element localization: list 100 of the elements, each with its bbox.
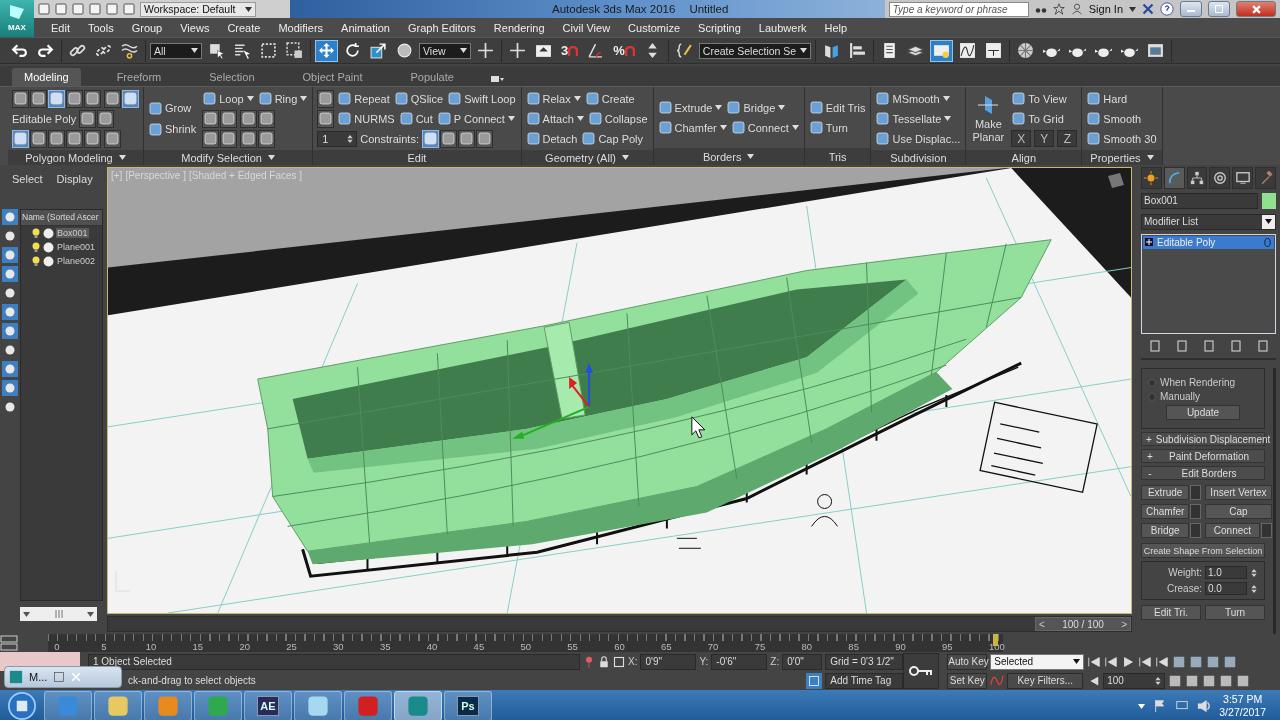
previous-frame-button[interactable]: < bbox=[1039, 618, 1045, 630]
app-menu-button[interactable]: MAX bbox=[0, 0, 34, 37]
menu-item[interactable]: Edit bbox=[42, 21, 79, 34]
ribbon-button[interactable]: To View bbox=[1011, 89, 1068, 108]
ribbon-button[interactable]: Smooth 30 bbox=[1086, 129, 1158, 148]
auto-key-button[interactable]: Auto Key bbox=[947, 653, 988, 670]
menu-item[interactable]: Tools bbox=[78, 21, 123, 34]
panel-title-bar[interactable]: Properties bbox=[1082, 150, 1162, 165]
menu-item[interactable]: Group bbox=[122, 21, 172, 34]
panel-title-bar[interactable]: Modify Selection bbox=[144, 150, 313, 165]
ribbon-button[interactable]: Attach bbox=[525, 109, 585, 128]
coordinate-field[interactable]: -0'6" bbox=[711, 653, 768, 670]
ribbon-button[interactable]: Shrink bbox=[148, 120, 198, 138]
ribbon-button[interactable]: Relax bbox=[525, 89, 582, 108]
workspace-dropdown[interactable]: Workspace: Default bbox=[140, 1, 256, 17]
ribbon-button[interactable]: Smooth bbox=[1086, 109, 1143, 128]
menu-item[interactable]: Scripting bbox=[689, 21, 750, 34]
time-tag-field[interactable]: Add Time Tag bbox=[825, 672, 904, 689]
panel-title-bar[interactable]: Geometry (All) bbox=[521, 150, 653, 165]
column-header[interactable]: Name (Sorted Ascer bbox=[21, 210, 102, 226]
panel-title-bar[interactable]: Borders bbox=[653, 148, 804, 165]
panel-title-bar[interactable]: Polygon Modeling bbox=[8, 150, 143, 165]
ribbon-button[interactable]: Loop bbox=[202, 89, 255, 108]
menu-item[interactable]: Modifiers bbox=[269, 21, 333, 34]
panel-title-bar[interactable]: Subdivision bbox=[871, 150, 966, 165]
scene-object[interactable]: Plane002 bbox=[56, 256, 97, 266]
ribbon-button[interactable]: Cut bbox=[398, 109, 434, 128]
ribbon-button[interactable]: Collapse bbox=[587, 109, 649, 128]
snap-toggle-button[interactable]: 3 bbox=[558, 39, 582, 62]
axis-button[interactable]: X bbox=[1011, 130, 1032, 147]
number-field[interactable]: 1.0 bbox=[1205, 566, 1247, 580]
rollout-button[interactable]: Chamfer bbox=[1141, 504, 1190, 520]
scene-object[interactable]: Plane001 bbox=[56, 242, 97, 252]
spinner-field[interactable]: 1 bbox=[317, 130, 358, 147]
panel-title-bar[interactable]: Tris bbox=[804, 148, 871, 165]
object-name-field[interactable]: Box001 bbox=[1141, 192, 1258, 209]
menu-item[interactable]: Customize bbox=[619, 21, 690, 34]
ribbon-tab[interactable]: Selection bbox=[197, 68, 267, 86]
current-frame-field[interactable]: 100 bbox=[1103, 672, 1166, 689]
rollout-button[interactable]: Extrude bbox=[1141, 485, 1190, 501]
axis-button[interactable]: Z bbox=[1057, 130, 1078, 147]
ribbon-tab[interactable]: Freeform bbox=[104, 68, 174, 86]
ribbon-button[interactable]: Edit Tris bbox=[808, 98, 867, 117]
ribbon-button[interactable]: NURMS bbox=[337, 109, 396, 128]
toolbar-dropdown[interactable]: View bbox=[419, 42, 471, 59]
explorer-menu-item[interactable]: Select bbox=[12, 173, 43, 197]
ribbon-button[interactable]: Create bbox=[584, 89, 636, 108]
rollout-button[interactable]: Create Shape From Selection bbox=[1141, 543, 1265, 559]
next-frame-button[interactable]: > bbox=[1121, 618, 1127, 630]
system-clock[interactable]: 3:57 PM 3/27/2017 bbox=[1219, 693, 1266, 719]
ribbon-button[interactable]: Hard bbox=[1086, 89, 1129, 108]
ribbon-button[interactable]: Repeat bbox=[337, 89, 391, 108]
ribbon-button[interactable]: To Grid bbox=[1011, 109, 1065, 128]
menu-item[interactable]: Graph Editors bbox=[398, 21, 485, 34]
rollout-button[interactable]: Bridge bbox=[1141, 523, 1190, 539]
ribbon-button[interactable]: QSlice bbox=[393, 89, 445, 108]
menu-item[interactable]: Views bbox=[171, 21, 219, 34]
number-field[interactable]: 0.0 bbox=[1205, 582, 1247, 596]
key-filters-button[interactable]: Key Filters... bbox=[1007, 672, 1084, 689]
taskbar-app-button[interactable]: AE bbox=[244, 691, 292, 720]
menu-item[interactable]: Help bbox=[815, 21, 857, 34]
time-slider-thumb[interactable]: < 100 / 100 > bbox=[1035, 617, 1131, 631]
ribbon-tab[interactable]: Populate bbox=[398, 68, 466, 86]
ribbon-button[interactable]: Extrude bbox=[657, 98, 724, 117]
rollout-button[interactable]: Insert Vertex bbox=[1205, 485, 1272, 501]
ribbon-button[interactable]: Tessellate bbox=[875, 109, 953, 128]
snap-toggle-button[interactable]: % bbox=[610, 39, 638, 62]
ribbon-tab[interactable]: Modeling bbox=[12, 68, 81, 86]
search-field[interactable]: Type a keyword or phrase bbox=[888, 1, 1029, 17]
modifier-item[interactable]: Editable Poly bbox=[1143, 235, 1274, 249]
rollout-button[interactable]: Turn bbox=[1205, 605, 1265, 621]
taskbar-app-button[interactable]: Ps bbox=[444, 691, 492, 720]
menu-item[interactable]: Create bbox=[218, 21, 270, 34]
rollout-header[interactable]: + Paint Deformation bbox=[1141, 449, 1265, 464]
key-mode-dropdown[interactable]: Selected bbox=[990, 653, 1085, 670]
ribbon-button[interactable]: Detach bbox=[525, 129, 579, 148]
coordinate-field[interactable]: 0'9" bbox=[640, 653, 697, 670]
update-button[interactable]: Update bbox=[1166, 405, 1240, 421]
menu-item[interactable]: Laubwerk bbox=[749, 21, 816, 34]
coordinate-field[interactable]: 0'0" bbox=[782, 653, 823, 670]
toolbar-dropdown[interactable]: All bbox=[150, 42, 202, 59]
rollout-button[interactable]: Edit Tri. bbox=[1141, 605, 1201, 621]
ribbon-button[interactable]: Turn bbox=[808, 118, 849, 137]
explorer-menu-item[interactable]: Display bbox=[56, 173, 93, 197]
axis-button[interactable]: Y bbox=[1034, 130, 1055, 147]
ribbon-button[interactable]: Cap Poly bbox=[581, 129, 645, 148]
modifier-list-dropdown[interactable]: Modifier List bbox=[1141, 213, 1276, 230]
ribbon-button[interactable]: Chamfer bbox=[657, 118, 728, 137]
scene-object[interactable]: Box001 bbox=[56, 228, 89, 238]
ribbon-button[interactable]: Swift Loop bbox=[447, 89, 517, 108]
rollout-button[interactable]: Connect bbox=[1205, 523, 1260, 539]
ribbon-button[interactable]: MSmooth bbox=[875, 89, 951, 108]
menu-item[interactable]: Animation bbox=[332, 21, 399, 34]
rollout-button[interactable]: Cap bbox=[1205, 504, 1272, 520]
sign-in-link[interactable]: Sign In bbox=[1088, 3, 1123, 15]
ribbon-tab[interactable]: Object Paint bbox=[290, 68, 375, 86]
ribbon-button[interactable]: Bridge bbox=[726, 98, 787, 117]
ribbon-button[interactable]: P Connect bbox=[436, 109, 516, 128]
panel-title-bar[interactable]: Align bbox=[966, 150, 1082, 165]
ribbon-button[interactable]: Ring bbox=[257, 89, 309, 108]
